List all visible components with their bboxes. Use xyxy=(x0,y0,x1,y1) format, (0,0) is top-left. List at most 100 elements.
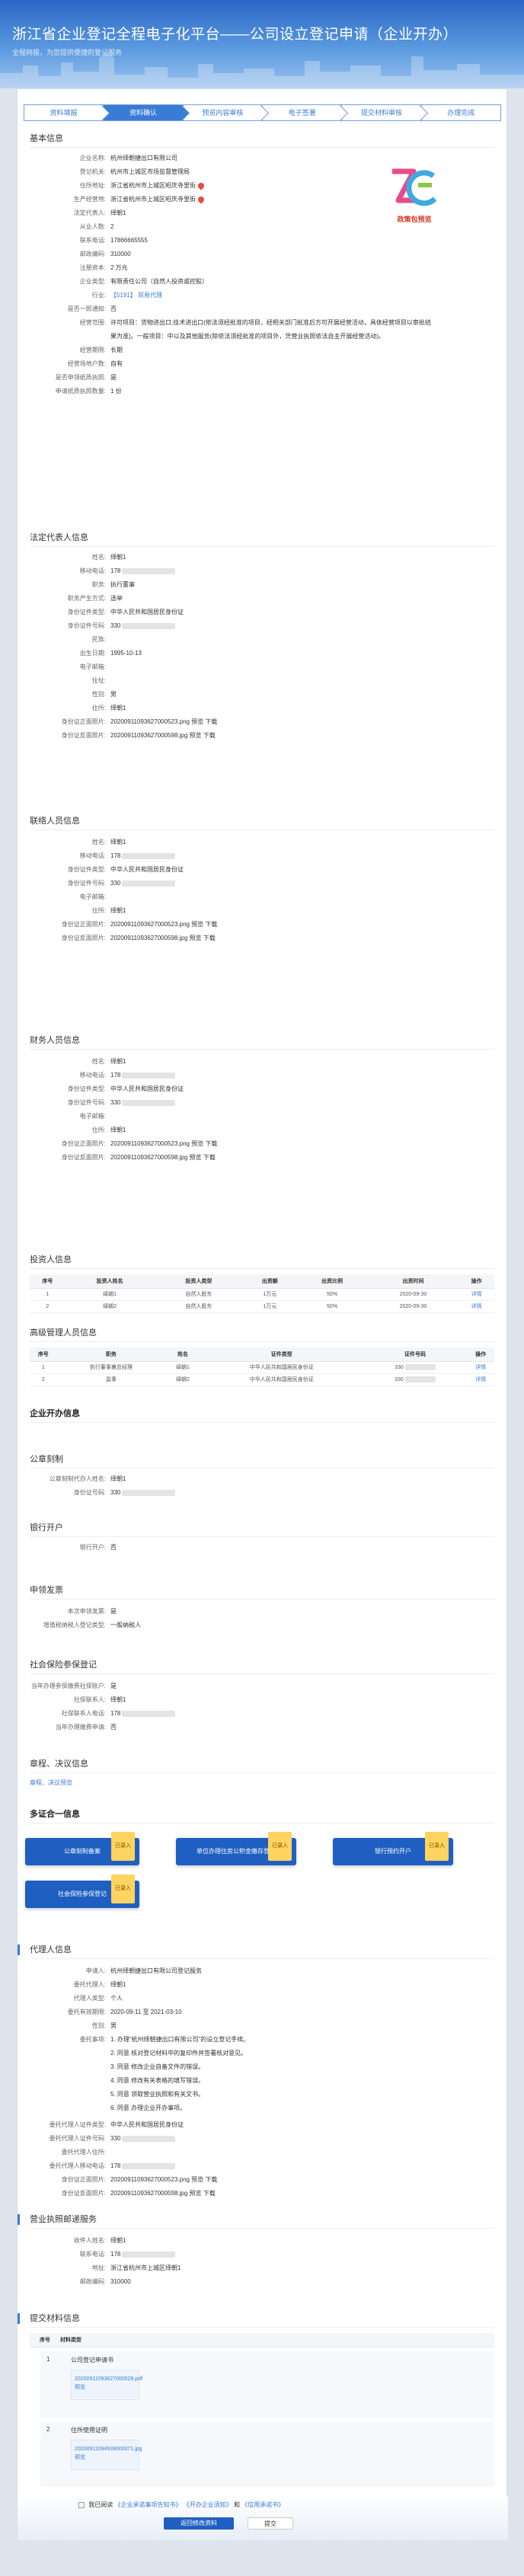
material-file-name[interactable]: 20200911094939000071.jpg xyxy=(75,2447,142,2452)
info-row: 邮政编码: 310000 xyxy=(18,2275,508,2289)
back-edit-button[interactable]: 返回修改资料 xyxy=(164,2517,234,2530)
bank-account-label: 银行预约开户 xyxy=(375,1848,411,1855)
seal-record-button[interactable]: 公章刻制备案 已录入 xyxy=(25,1832,139,1865)
info-label: 住所: xyxy=(91,705,106,711)
info-row: 委托代理人: 绎朝1 xyxy=(18,1978,508,1992)
info-value: 2020-09-11 至 2021-03-10 xyxy=(110,2009,182,2015)
info-value: 330 xyxy=(110,619,508,633)
articles-preview-link[interactable]: 章程、决议预览 xyxy=(30,1779,72,1787)
info-label: 身份证反面照片: xyxy=(61,1154,106,1161)
table-cell: 绎朝1 xyxy=(65,1288,155,1301)
col-header: 证件类型 xyxy=(200,1347,363,1362)
info-value: 否 xyxy=(110,1544,117,1551)
info-label: 代理人类型: xyxy=(73,1995,106,2002)
info-label: 申请纸质执照数量: xyxy=(55,388,106,395)
info-label xyxy=(18,2088,110,2101)
location-pin-icon[interactable] xyxy=(196,181,206,190)
masked-value xyxy=(404,1364,436,1370)
agree-checkbox[interactable] xyxy=(78,2501,85,2508)
table-row: 1 绎朝1 自然人股东 1万元 50% 2020-09-30 详情 xyxy=(30,1288,494,1301)
info-value[interactable]: 20200911093627000523.png 预览 下载 xyxy=(110,715,508,729)
info-value: 中华人民共和国居民身份证 xyxy=(110,2121,184,2128)
info-value[interactable]: 20200911093627000523.png 预览 下载 xyxy=(110,1137,508,1151)
info-label: 民族: xyxy=(91,636,106,643)
step-e-sign[interactable]: 电子签署 xyxy=(261,104,343,121)
info-value: 178 xyxy=(110,2159,508,2173)
info-label: 身份证正面照片: xyxy=(61,1140,106,1147)
social-insurance-label: 社会保险参保登记 xyxy=(58,1890,107,1897)
info-label: 邮政编码: xyxy=(79,2278,106,2285)
info-row: 姓名: 绎朝1 xyxy=(18,551,508,564)
info-value: 浙江省杭州市上城区昭庆寺里街 xyxy=(110,179,508,193)
info-row: 职务: 执行董事 xyxy=(18,578,508,592)
material-preview-link[interactable]: 预览 xyxy=(75,2383,136,2391)
info-label: 身份证正面照片: xyxy=(61,718,106,725)
info-value: 自有 xyxy=(110,360,123,367)
material-file-box[interactable]: 20200911094939000071.jpg 预览 xyxy=(71,2440,142,2470)
section-investor-title: 投资人信息 xyxy=(30,1253,494,1269)
info-row: 增值税纳税人登记类型: 一般纳税人 xyxy=(18,1619,508,1632)
info-value xyxy=(110,674,508,688)
material-preview-link[interactable]: 预览 xyxy=(75,2453,136,2461)
material-item-2: 2 住所使用证明 20200911094939000071.jpg 预览 xyxy=(40,2421,494,2487)
detail-link[interactable]: 详情 xyxy=(458,1288,494,1301)
info-row: 身份证正面照片: 20200911093627000523.png 预览 下载 xyxy=(18,2173,508,2187)
table-cell: 绎朝2 xyxy=(65,1300,155,1313)
doc-link-commitment[interactable]: 《企业承诺事项告知书》 xyxy=(114,2501,181,2508)
submit-button[interactable]: 提交 xyxy=(248,2517,293,2530)
info-value[interactable]: 20200911093627000598.jpg 预览 下载 xyxy=(110,729,508,743)
info-value: 17866665555 xyxy=(110,237,148,244)
section-marker xyxy=(18,2313,20,2324)
location-pin-icon[interactable] xyxy=(196,195,206,204)
material-name: 公司登记申请书 xyxy=(71,2357,113,2363)
info-value[interactable]: 20200911093627000523.png 预览 下载 xyxy=(110,2173,508,2187)
info-value xyxy=(110,890,508,904)
col-header: 姓名 xyxy=(165,1347,200,1362)
info-row: 代理人类型: 个人 xyxy=(18,1992,508,2006)
step-fill[interactable]: 资料填报 xyxy=(24,104,104,121)
housing-fund-button[interactable]: 单位办理住房公积金缴存登记 已录入 xyxy=(176,1832,296,1865)
info-value[interactable]: 20200911093627000598.jpg 预览 下载 xyxy=(110,2187,508,2200)
info-row: 身份证反面照片: 20200911093627000598.jpg 预览 下载 xyxy=(18,932,508,945)
bank-account-button[interactable]: 银行预约开户 已录入 xyxy=(333,1832,453,1865)
manager-table: 序号 职务 姓名 证件类型 证件号码 操作 1 执行董事兼总经理 绎朝1 中华人民共和国居民身份证… xyxy=(30,1347,494,1386)
authorization-row: 6. 同意 办理企业开办事项。 xyxy=(18,2101,508,2115)
info-label: 电子邮箱: xyxy=(79,1113,106,1120)
info-row: 委托代理人证件类型: 中华人民共和国居民身份证 xyxy=(18,2118,508,2132)
table-cell: 330 xyxy=(363,1361,468,1374)
step-submit-review[interactable]: 提交材料审核 xyxy=(341,104,422,121)
page-header: 浙江省企业登记全程电子化平台——公司设立登记申请（企业开办） 全程网报，为您提供… xyxy=(0,0,524,88)
step-done[interactable]: 办理完成 xyxy=(420,104,501,121)
col-header: 材料类型 xyxy=(60,2333,494,2347)
step-confirm[interactable]: 资料确认 xyxy=(103,104,184,121)
info-value[interactable]: 20200911093627000598.jpg 预览 下载 xyxy=(110,1151,508,1165)
step-preview-review[interactable]: 预览内容审核 xyxy=(182,104,263,121)
info-value xyxy=(110,633,508,647)
social-info-list: 当年办理参保缴费社保账户: 是社保联系人: 绎朝1 社保联系人电话: 178 当年办理缴费… xyxy=(18,1680,508,1734)
info-value[interactable]: 20200911093627000523.png 预览 下载 xyxy=(110,918,508,932)
info-label: 当年办理参保缴费社保账户: xyxy=(30,1683,106,1689)
masked-value xyxy=(122,622,176,629)
info-value[interactable]: 20200911093627000598.jpg 预览 下载 xyxy=(110,932,508,945)
doc-link-notice[interactable]: 《开办企业须知》 xyxy=(184,2501,232,2508)
table-cell: 330 xyxy=(363,1373,468,1386)
social-insurance-button[interactable]: 社会保险参保登记 已录入 xyxy=(25,1874,139,1908)
detail-link[interactable]: 详情 xyxy=(467,1361,494,1374)
info-value: 中华人民共和国居民身份证 xyxy=(110,609,184,615)
info-row: 委托代理人移动电话: 178 xyxy=(18,2159,508,2173)
material-file-name[interactable]: 20200911093627000528.pdf xyxy=(75,2376,142,2382)
material-file-box[interactable]: 20200911093627000528.pdf 预览 xyxy=(71,2370,142,2400)
info-value: 330 xyxy=(110,1486,508,1500)
table-cell: 2020-09-30 xyxy=(367,1288,459,1301)
info-label: 职务产生方式: xyxy=(67,595,106,602)
material-name: 住所使用证明 xyxy=(71,2427,107,2434)
detail-link[interactable]: 详情 xyxy=(458,1300,494,1313)
info-value: 中华人民共和国居民身份证 xyxy=(110,1085,184,1092)
table-cell: 2 xyxy=(30,1300,66,1313)
info-label: 申请人: xyxy=(85,1967,106,1974)
info-row: 委托代理人证件号码: 330 xyxy=(18,2132,508,2146)
masked-value xyxy=(122,2162,176,2169)
info-value xyxy=(110,1110,508,1123)
doc-link-credit[interactable]: 《信用承诺书》 xyxy=(241,2501,284,2508)
detail-link[interactable]: 详情 xyxy=(467,1373,494,1386)
